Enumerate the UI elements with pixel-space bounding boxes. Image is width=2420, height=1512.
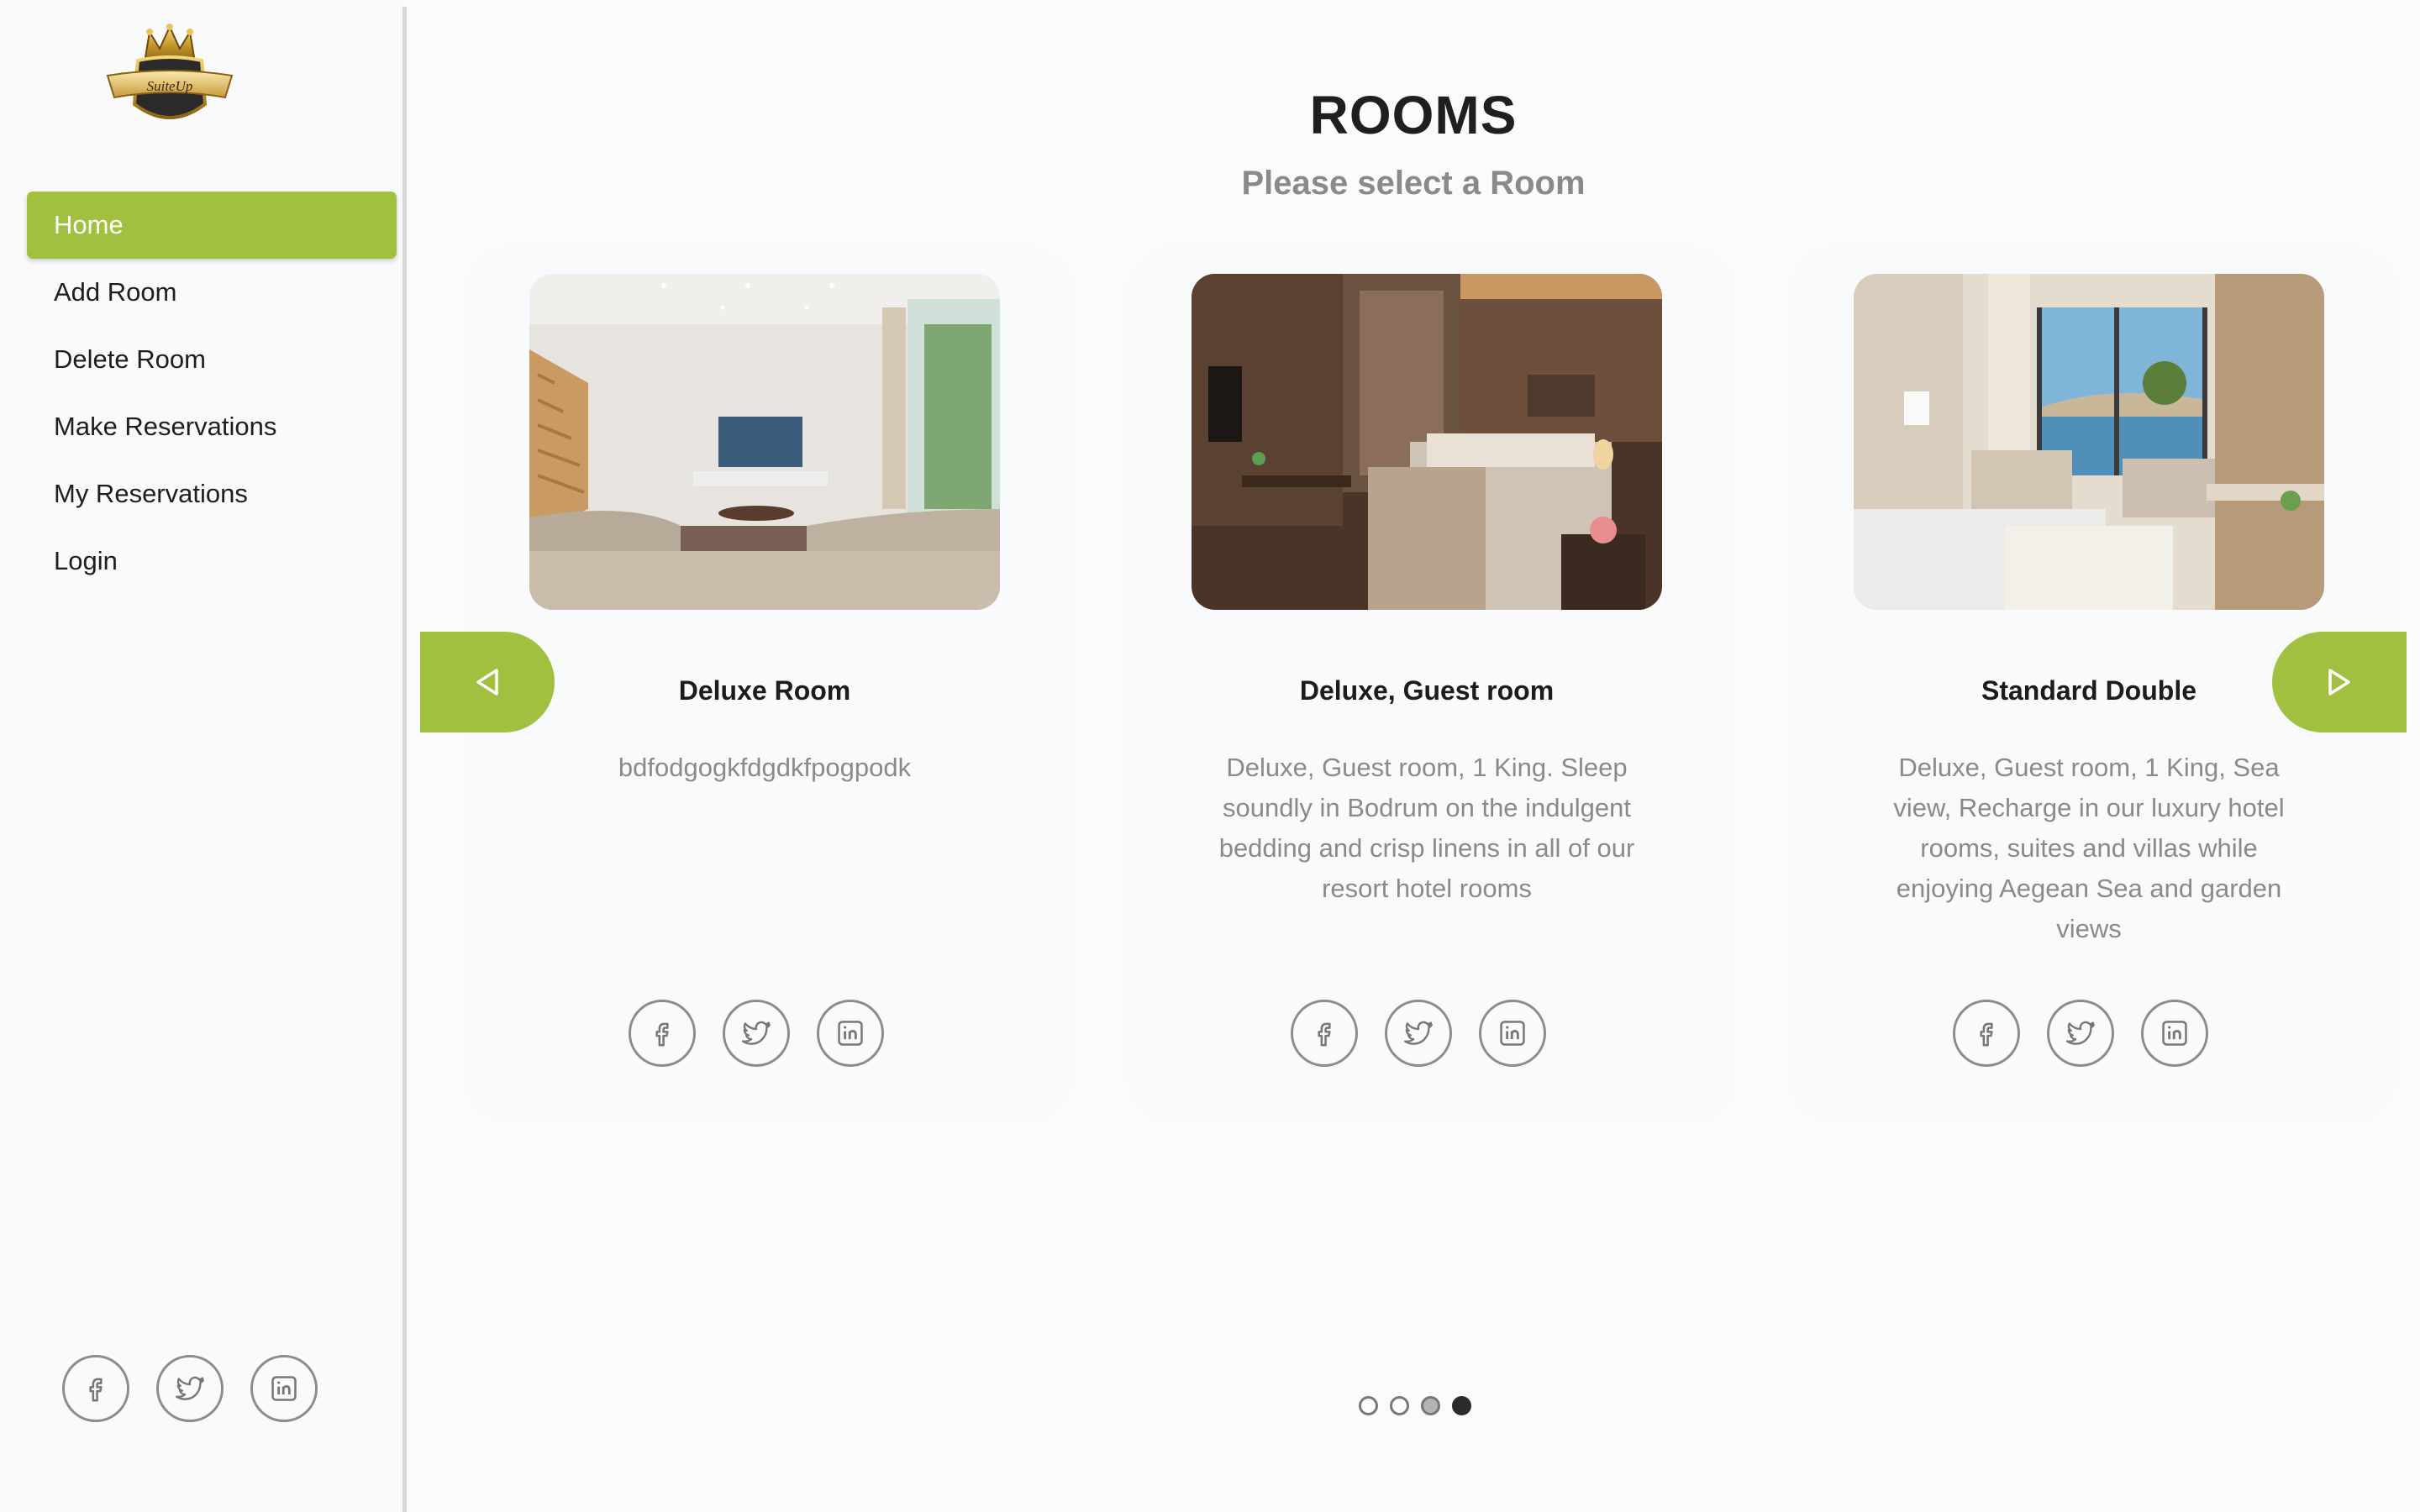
sidebar-item-make-reservations[interactable]: Make Reservations (27, 393, 397, 460)
sidebar-nav: Home Add Room Delete Room Make Reservati… (27, 192, 397, 595)
linkedin-icon[interactable] (2141, 1000, 2208, 1067)
logo-text: SuiteUp (147, 78, 193, 94)
twitter-icon[interactable] (1385, 1000, 1452, 1067)
carousel-dot[interactable] (1359, 1396, 1378, 1415)
sidebar: SuiteUp Home Add Room Delete Room Make R… (0, 0, 403, 1512)
sidebar-social-links (62, 1355, 318, 1422)
twitter-icon[interactable] (156, 1355, 224, 1422)
room-description: bdfodgogkfdgdkfpogpodk (618, 753, 912, 782)
carousel-pagination (1359, 1396, 1471, 1415)
linkedin-icon[interactable] (250, 1355, 318, 1422)
carousel-dot[interactable] (1390, 1396, 1409, 1415)
sidebar-divider (402, 7, 407, 1512)
linkedin-icon[interactable] (1479, 1000, 1546, 1067)
room-social-links (629, 1000, 884, 1067)
page-subtitle: Please select a Room (1241, 165, 1586, 202)
suiteup-logo[interactable]: SuiteUp (94, 24, 245, 131)
facebook-icon[interactable] (62, 1355, 129, 1422)
facebook-icon[interactable] (629, 1000, 696, 1067)
room-image[interactable] (1854, 274, 2324, 610)
page-title: ROOMS (1309, 85, 1518, 145)
triangle-left-icon (476, 669, 498, 696)
carousel-prev-button[interactable] (420, 632, 555, 732)
linkedin-icon[interactable] (817, 1000, 884, 1067)
room-image[interactable] (1192, 274, 1662, 610)
sidebar-item-my-reservations[interactable]: My Reservations (27, 460, 397, 528)
room-social-links (1291, 1000, 1546, 1067)
room-image[interactable] (529, 274, 1000, 610)
carousel-dot-active[interactable] (1452, 1396, 1471, 1415)
sidebar-item-login[interactable]: Login (27, 528, 397, 595)
facebook-icon[interactable] (1953, 1000, 2020, 1067)
triangle-right-icon (2328, 669, 2350, 696)
carousel-next-button[interactable] (2272, 632, 2407, 732)
carousel-dot[interactable] (1421, 1396, 1440, 1415)
room-description: Deluxe, Guest room, 1 King. Sleep soundl… (1218, 753, 1635, 903)
room-card[interactable]: Deluxe, Guest room Deluxe, Guest room, 1… (1124, 244, 1738, 1126)
room-description: Deluxe, Guest room, 1 King, Sea view, Re… (1893, 753, 2285, 943)
facebook-icon[interactable] (1291, 1000, 1358, 1067)
room-social-links (1953, 1000, 2208, 1067)
app-root: SuiteUp Home Add Room Delete Room Make R… (0, 0, 2420, 1512)
sidebar-item-delete-room[interactable]: Delete Room (27, 326, 397, 393)
sidebar-item-add-room[interactable]: Add Room (27, 259, 397, 326)
sidebar-item-home[interactable]: Home (27, 192, 397, 259)
twitter-icon[interactable] (723, 1000, 790, 1067)
room-name: Deluxe, Guest room (1299, 675, 1555, 706)
twitter-icon[interactable] (2047, 1000, 2114, 1067)
